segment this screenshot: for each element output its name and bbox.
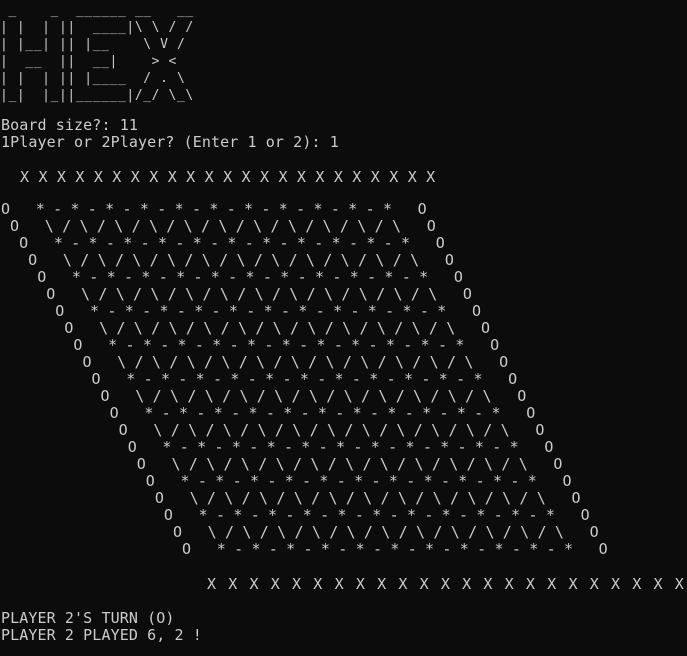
board-row: O * - * - * - * - * - * - * - * - * - * … <box>91 370 518 388</box>
played-status: PLAYER 2 PLAYED 6, 2 ! <box>1 626 202 644</box>
board-row: O \ / \ / \ / \ / \ / \ / \ / \ / \ / \ … <box>10 217 436 235</box>
board-row: O * - * - * - * - * - * - * - * - * - * … <box>19 234 445 252</box>
board-row: O * - * - * - * - * - * - * - * - * - * … <box>73 336 499 354</box>
board-row: O \ / \ / \ / \ / \ / \ / \ / \ / \ / \ … <box>46 285 472 303</box>
board-row: O * - * - * - * - * - * - * - * - * - * … <box>145 472 572 490</box>
player-count-prompt: 1Player or 2Player? (Enter 1 or 2): 1 <box>1 133 339 151</box>
board-top-border: X X X X X X X X X X X X X X X X X X X X … <box>20 168 436 186</box>
board-bottom-border: X X X X X X X X X X X X X X X X X X X X … <box>207 575 686 593</box>
board-row: O * - * - * - * - * - * - * - * - * - * … <box>127 438 554 456</box>
board-row: O * - * - * - * - * - * - * - * - * - * … <box>37 268 463 286</box>
board-size-prompt: Board size?: 11 <box>1 116 138 134</box>
board-row: O * - * - * - * - * - * - * - * - * - * … <box>55 302 481 320</box>
board-row: O \ / \ / \ / \ / \ / \ / \ / \ / \ / \ … <box>82 353 508 371</box>
board-row: O \ / \ / \ / \ / \ / \ / \ / \ / \ / \ … <box>118 421 545 439</box>
board-row: O * - * - * - * - * - * - * - * - * - * … <box>163 506 590 524</box>
board-row: O \ / \ / \ / \ / \ / \ / \ / \ / \ / \ … <box>136 455 563 473</box>
board-row: O * - * - * - * - * - * - * - * - * - * … <box>1 200 427 218</box>
board-row: O * - * - * - * - * - * - * - * - * - * … <box>182 540 608 558</box>
console-window[interactable]: _ _ ______ __ __ | | | || ____|\ \ / / |… <box>0 0 687 656</box>
board-row: O \ / \ / \ / \ / \ / \ / \ / \ / \ / \ … <box>100 387 527 405</box>
hex-logo: _ _ ______ __ __ | | | || ____|\ \ / / |… <box>0 3 194 103</box>
board-row: O \ / \ / \ / \ / \ / \ / \ / \ / \ / \ … <box>28 251 454 269</box>
board-row: O * - * - * - * - * - * - * - * - * - * … <box>109 404 536 422</box>
board-row: O \ / \ / \ / \ / \ / \ / \ / \ / \ / \ … <box>154 489 581 507</box>
board-row: O \ / \ / \ / \ / \ / \ / \ / \ / \ / \ … <box>64 319 490 337</box>
board-row: O \ / \ / \ / \ / \ / \ / \ / \ / \ / \ … <box>172 523 599 541</box>
turn-status: PLAYER 2'S TURN (O) <box>1 609 175 627</box>
